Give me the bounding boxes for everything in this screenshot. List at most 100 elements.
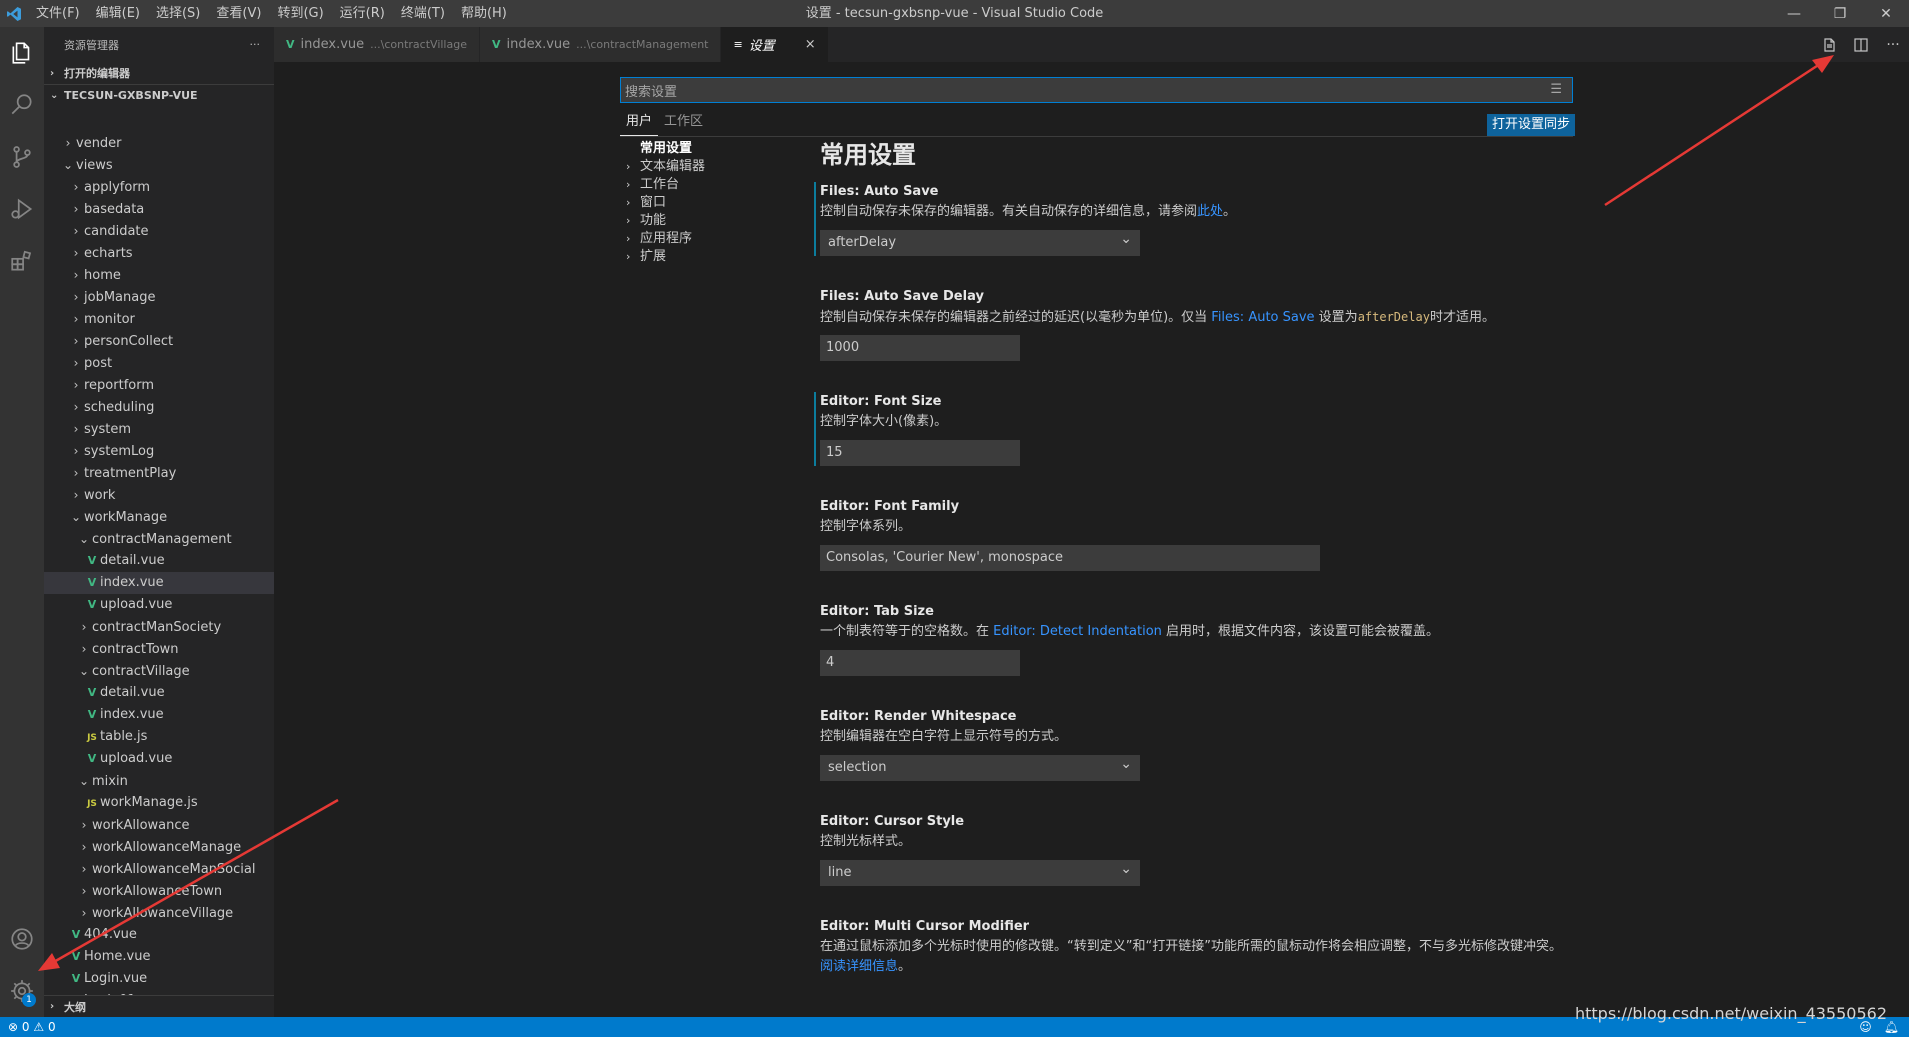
- tree-folder[interactable]: › home: [44, 264, 274, 286]
- tree-folder[interactable]: ⌄ workManage: [44, 506, 274, 528]
- tree-folder[interactable]: › contractTown: [44, 638, 274, 660]
- tree-folder[interactable]: › candidate: [44, 220, 274, 242]
- menu-run[interactable]: 运行(R): [332, 0, 393, 27]
- tree-folder[interactable]: › system: [44, 418, 274, 440]
- open-settings-json-icon[interactable]: [1813, 27, 1845, 62]
- tree-file[interactable]: Vupload.vue: [44, 748, 274, 770]
- tree-file[interactable]: Vdetail.vue: [44, 550, 274, 572]
- tree-folder[interactable]: › contractManSociety: [44, 616, 274, 638]
- read-more-link[interactable]: 阅读详细信息: [820, 959, 898, 974]
- toc-application[interactable]: › 应用程序: [626, 230, 776, 248]
- search-icon[interactable]: [0, 79, 44, 131]
- window-controls: — ❐ ✕: [1771, 0, 1909, 27]
- tree-folder[interactable]: › work: [44, 484, 274, 506]
- auto-save-delay-input[interactable]: 1000: [820, 335, 1020, 361]
- tree-file[interactable]: V Login.vue: [44, 968, 274, 990]
- more-actions-button[interactable]: ···: [250, 38, 261, 51]
- toc-common[interactable]: 常用设置: [626, 140, 776, 158]
- tree-folder[interactable]: › post: [44, 352, 274, 374]
- tree-folder[interactable]: ⌄ mixin: [44, 770, 274, 792]
- tree-folder[interactable]: › scheduling: [44, 396, 274, 418]
- problems-indicator[interactable]: ⊗ 0 ⚠ 0: [0, 1020, 56, 1034]
- tree-folder[interactable]: › treatmentPlay: [44, 462, 274, 484]
- menu-file[interactable]: 文件(F): [28, 0, 88, 27]
- tree-file[interactable]: Vindex.vue: [44, 572, 274, 594]
- tree-folder[interactable]: › systemLog: [44, 440, 274, 462]
- tree-item-label: workAllowanceManage: [92, 840, 242, 855]
- tree-file[interactable]: Vdetail.vue: [44, 682, 274, 704]
- close-tab-icon[interactable]: ×: [805, 37, 816, 52]
- desc-end: 。: [898, 959, 912, 974]
- menu-terminal[interactable]: 终端(T): [393, 0, 453, 27]
- tree-folder[interactable]: ⌄ contractVillage: [44, 660, 274, 682]
- tree-folder[interactable]: › workAllowanceVillage: [44, 902, 274, 924]
- tree-folder[interactable]: › reportform: [44, 374, 274, 396]
- toc-extensions[interactable]: › 扩展: [626, 248, 776, 266]
- tab-user[interactable]: 用户: [620, 112, 659, 136]
- accounts-icon[interactable]: [0, 913, 44, 965]
- tab-index-contractmanagement[interactable]: V index.vue ...\contractManagement: [479, 27, 722, 62]
- tree-folder[interactable]: › vender: [44, 132, 274, 154]
- tab-settings[interactable]: ≡ 设置 ×: [721, 27, 829, 62]
- split-editor-icon[interactable]: [1845, 27, 1877, 62]
- extensions-icon[interactable]: [0, 235, 44, 287]
- minimize-button[interactable]: —: [1771, 0, 1817, 27]
- toc-text-editor[interactable]: › 文本编辑器: [626, 158, 776, 176]
- tree-folder[interactable]: › applyform: [44, 176, 274, 198]
- tree-folder[interactable]: › monitor: [44, 308, 274, 330]
- tree-file[interactable]: V 404.vue: [44, 924, 274, 946]
- menu-view[interactable]: 查看(V): [208, 0, 269, 27]
- filter-icon[interactable]: ☰: [1550, 82, 1562, 97]
- tree-folder[interactable]: › jobManage: [44, 286, 274, 308]
- run-debug-icon[interactable]: [0, 183, 44, 235]
- settings-search-input[interactable]: 搜索设置 ☰: [620, 77, 1573, 103]
- project-section[interactable]: ⌄ TECSUN-GXBSNP-VUE: [44, 84, 274, 106]
- tree-folder[interactable]: › workAllowanceManSocial: [44, 858, 274, 880]
- tree-folder[interactable]: ⌄ views: [44, 154, 274, 176]
- manage-gear-icon[interactable]: 1: [0, 965, 44, 1017]
- menu-help[interactable]: 帮助(H): [453, 0, 515, 27]
- menu-edit[interactable]: 编辑(E): [88, 0, 148, 27]
- tree-file[interactable]: V Home.vue: [44, 946, 274, 968]
- tree-folder[interactable]: › workAllowanceTown: [44, 880, 274, 902]
- tree-file[interactable]: Vupload.vue: [44, 594, 274, 616]
- error-count: 0: [21, 1020, 30, 1034]
- tab-index-contractvillage[interactable]: V index.vue ...\contractVillage: [274, 27, 480, 62]
- detect-indentation-link[interactable]: Editor: Detect Indentation: [993, 624, 1162, 639]
- tab-workspace[interactable]: 工作区: [658, 112, 709, 136]
- tree-file[interactable]: Vindex.vue: [44, 704, 274, 726]
- tree-folder[interactable]: ⌄ contractManagement: [44, 528, 274, 550]
- menu-go[interactable]: 转到(G): [269, 0, 331, 27]
- tree-folder[interactable]: › workAllowanceManage: [44, 836, 274, 858]
- open-editors-section[interactable]: › 打开的编辑器: [44, 62, 274, 84]
- cursor-style-select[interactable]: line: [820, 856, 1140, 886]
- render-whitespace-select[interactable]: selection: [820, 751, 1140, 781]
- setting-description: 控制光标样式。: [820, 834, 912, 849]
- font-size-input[interactable]: 15: [820, 440, 1020, 466]
- tab-size-input[interactable]: 4: [820, 650, 1020, 676]
- auto-save-docs-link[interactable]: 此处: [1197, 204, 1223, 219]
- tree-folder[interactable]: › workAllowance: [44, 814, 274, 836]
- toc-workbench[interactable]: › 工作台: [626, 176, 776, 194]
- setting-title: Editor: Multi Cursor Modifier: [820, 917, 1814, 937]
- tree-file[interactable]: JS table.js: [44, 726, 274, 748]
- font-family-input[interactable]: Consolas, 'Courier New', monospace: [820, 545, 1320, 571]
- restore-button[interactable]: ❐: [1817, 0, 1863, 27]
- toc-features[interactable]: › 功能: [626, 212, 776, 230]
- auto-save-select[interactable]: afterDelay: [820, 226, 1140, 256]
- vue-file-icon: V: [87, 708, 97, 721]
- tree-folder[interactable]: › echarts: [44, 242, 274, 264]
- close-window-button[interactable]: ✕: [1863, 0, 1909, 27]
- tree-file[interactable]: JS workManage.js: [44, 792, 274, 814]
- setting-description: 在通过鼠标添加多个光标时使用的修改键。“转到定义”和“打开链接”功能所需的鼠标动…: [820, 939, 1562, 954]
- source-control-icon[interactable]: [0, 131, 44, 183]
- toc-window[interactable]: › 窗口: [626, 194, 776, 212]
- more-actions-icon[interactable]: ···: [1877, 27, 1909, 62]
- tree-folder[interactable]: › basedata: [44, 198, 274, 220]
- tree-folder[interactable]: › personCollect: [44, 330, 274, 352]
- menu-selection[interactable]: 选择(S): [148, 0, 208, 27]
- outline-section[interactable]: › 大纲: [44, 995, 274, 1017]
- explorer-icon[interactable]: [0, 27, 44, 79]
- auto-save-setting-link[interactable]: Files: Auto Save: [1211, 310, 1314, 325]
- chevron-right-icon: ›: [73, 378, 79, 392]
